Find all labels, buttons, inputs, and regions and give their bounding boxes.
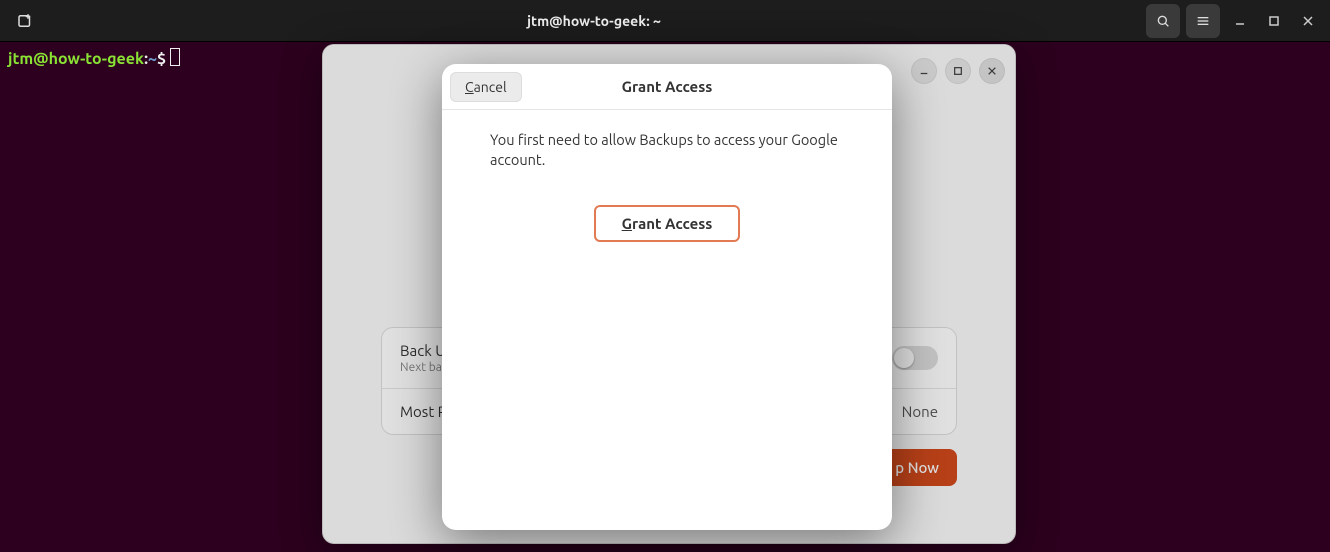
prompt-dollar: $: [157, 50, 166, 68]
cancel-mnemonic: C: [465, 79, 474, 95]
grant-access-dialog: Cancel Grant Access You first need to al…: [442, 64, 892, 530]
new-tab-button[interactable]: [8, 4, 42, 38]
prompt-path: ~: [148, 50, 157, 68]
cancel-label-rest: ancel: [474, 79, 507, 95]
dialog-header: Cancel Grant Access: [442, 64, 892, 110]
hamburger-menu-button[interactable]: [1186, 4, 1220, 38]
grant-label-rest: rant Access: [632, 215, 712, 232]
cancel-button[interactable]: Cancel: [450, 72, 522, 102]
close-button[interactable]: [1294, 7, 1322, 35]
minimize-button[interactable]: [1226, 7, 1254, 35]
maximize-button[interactable]: [1260, 7, 1288, 35]
grant-access-button[interactable]: Grant Access: [594, 205, 741, 242]
grant-mnemonic: G: [622, 215, 632, 232]
dialog-message: You first need to allow Backups to acces…: [490, 130, 844, 169]
terminal-cursor: [170, 48, 180, 66]
terminal-title: jtm@how-to-geek: ~: [42, 13, 1146, 29]
prompt-user-host: jtm@how-to-geek: [8, 50, 144, 68]
search-button[interactable]: [1146, 4, 1180, 38]
terminal-titlebar: jtm@how-to-geek: ~: [0, 0, 1330, 42]
